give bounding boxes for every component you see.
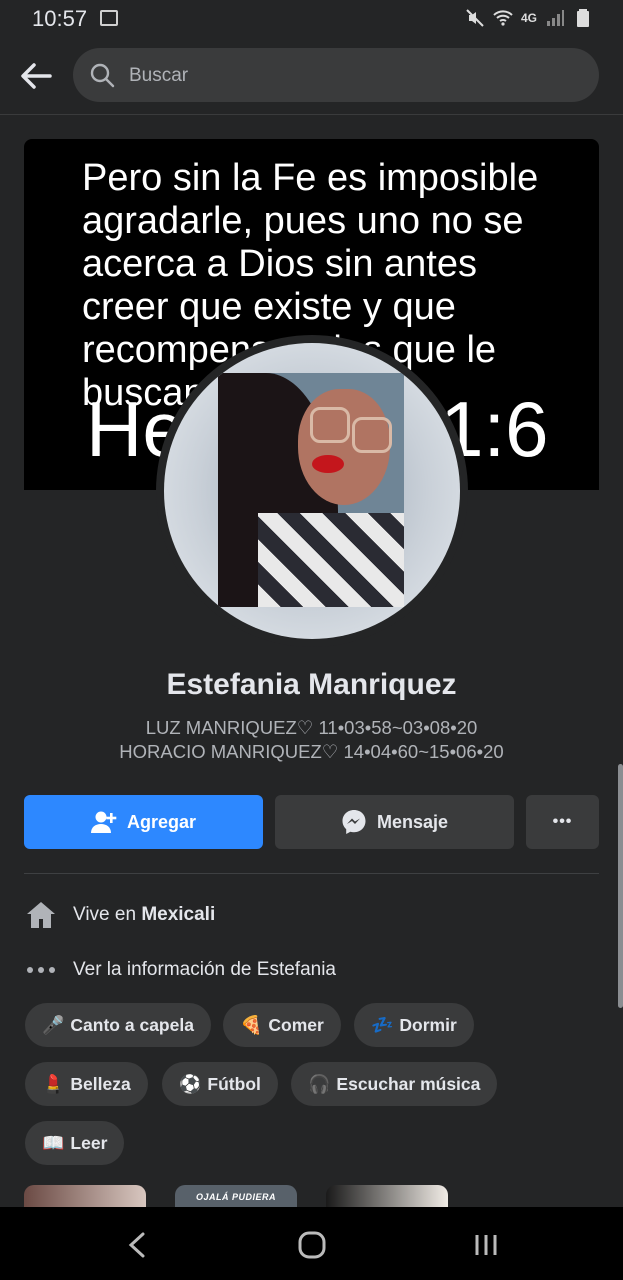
- profile-bio: LUZ MANRIQUEZ♡ 11•03•58~03•08•20 HORACIO…: [0, 716, 623, 764]
- hobby-chip[interactable]: 💄 Belleza: [25, 1062, 148, 1106]
- message-label: Mensaje: [376, 811, 449, 832]
- headphones-icon: 🎧: [308, 1073, 331, 1094]
- hobby-chip[interactable]: 🍕 Comer: [223, 1003, 341, 1047]
- more-options-icon: •••: [552, 813, 573, 830]
- battery-icon: [577, 9, 589, 27]
- hobby-chip[interactable]: 💤 Dormir: [354, 1003, 474, 1047]
- search-input[interactable]: [127, 48, 571, 104]
- hobby-label: Dormir: [399, 1014, 457, 1035]
- hobby-chip[interactable]: ⚽ Fútbol: [162, 1062, 278, 1106]
- see-about-info-link[interactable]: Ver la información de Estefania: [24, 950, 336, 990]
- add-friend-icon: [90, 811, 117, 833]
- network-type-label: 4G: [520, 11, 537, 25]
- lives-in-row: Vive en Mexicali: [24, 895, 215, 935]
- profile-photo-image: [218, 373, 404, 607]
- featured-item-label: OJALÁ PUDIERA: [195, 1192, 276, 1202]
- hobby-label: Fútbol: [207, 1073, 261, 1094]
- scrollbar[interactable]: [618, 764, 623, 1008]
- see-about-info-label: Ver la información de Estefania: [73, 959, 336, 980]
- signal-icon: [547, 10, 564, 26]
- wifi-icon: [493, 10, 513, 26]
- hobby-label: Leer: [70, 1132, 108, 1153]
- bio-line: LUZ MANRIQUEZ♡ 11•03•58~03•08•20: [145, 717, 478, 738]
- sleep-icon: 💤: [371, 1014, 394, 1035]
- hobby-chip[interactable]: 📖 Leer: [25, 1121, 125, 1165]
- add-friend-button[interactable]: Agregar: [24, 795, 263, 849]
- hobby-label: Canto a capela: [70, 1014, 194, 1035]
- nav-back-icon[interactable]: [118, 1225, 158, 1265]
- top-bar: [0, 38, 623, 115]
- profile-picture-frame: [156, 335, 468, 647]
- lipstick-icon: 💄: [42, 1073, 65, 1094]
- messenger-icon: [342, 810, 366, 834]
- book-icon: 📖: [42, 1132, 65, 1153]
- hobby-chip[interactable]: 🎧 Escuchar música: [291, 1062, 498, 1106]
- hobby-label: Escuchar música: [336, 1073, 481, 1094]
- microphone-icon: 🎤: [42, 1014, 65, 1035]
- lives-in-prefix: Vive en: [73, 904, 142, 925]
- more-options-button[interactable]: •••: [526, 795, 599, 849]
- search-bar[interactable]: [73, 48, 599, 104]
- divider: [24, 873, 599, 874]
- status-bar: 10:57 4G: [0, 0, 623, 38]
- more-dots-icon: [24, 953, 58, 987]
- back-arrow-icon[interactable]: [16, 56, 56, 96]
- hobby-label: Comer: [268, 1014, 324, 1035]
- lives-in-city: Mexicali: [141, 904, 216, 925]
- profile-picture[interactable]: [164, 343, 460, 639]
- hobby-chip[interactable]: 🎤 Canto a capela: [25, 1003, 211, 1047]
- profile-name: Estefania Manriquez: [166, 668, 457, 701]
- pizza-icon: 🍕: [240, 1014, 263, 1035]
- search-icon: [90, 63, 115, 88]
- mute-icon: [466, 9, 484, 27]
- home-icon: [24, 898, 58, 932]
- gallery-notification-icon: [100, 10, 118, 26]
- nav-recents-icon[interactable]: [466, 1225, 506, 1265]
- system-navigation-bar: [0, 1207, 623, 1280]
- hobby-label: Belleza: [70, 1073, 131, 1094]
- add-friend-label: Agregar: [126, 811, 197, 832]
- status-time: 10:57: [32, 6, 88, 31]
- message-button[interactable]: Mensaje: [275, 795, 514, 849]
- bio-line: HORACIO MANRIQUEZ♡ 14•04•60~15•06•20: [119, 741, 504, 762]
- soccer-ball-icon: ⚽: [179, 1073, 202, 1094]
- nav-home-icon[interactable]: [292, 1225, 332, 1265]
